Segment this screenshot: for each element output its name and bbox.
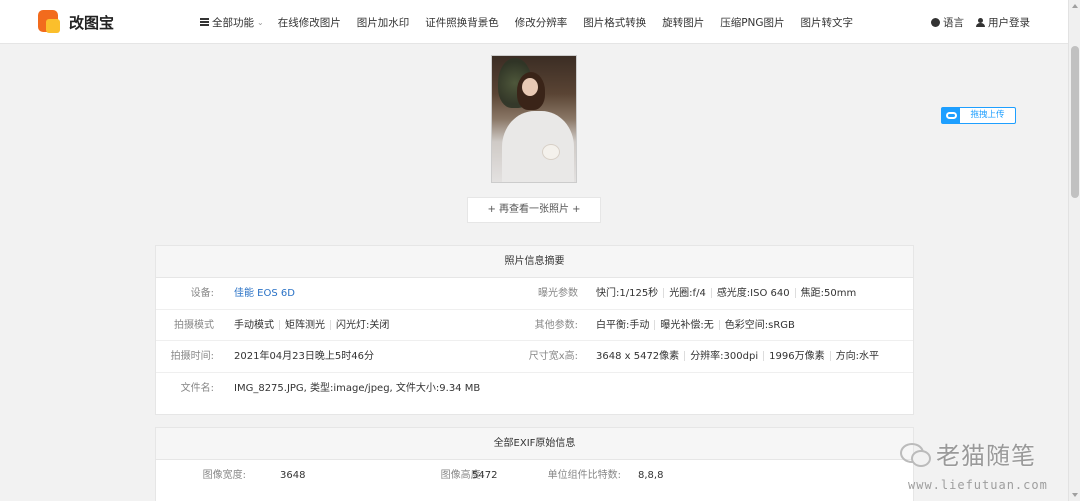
image-height-value: 5472 [472,470,498,481]
drag-upload-button[interactable]: 拖拽上传 [941,107,1016,124]
nav-rotate[interactable]: 旋转图片 [662,15,704,30]
nav-resolution[interactable]: 修改分辨率 [515,15,568,30]
shot-time-value: 2021年04月23日晚上5时46分 [234,351,374,362]
device-label: 设备: [190,288,214,299]
image-width-value: 3648 [280,470,306,481]
nav-id-photo-bg[interactable]: 证件照换背景色 [425,15,499,30]
exposure-label: 曝光参数 [538,288,578,299]
watermark-text: 老猫随笔 [936,442,1036,470]
nav-format-convert[interactable]: 图片格式转换 [583,15,646,30]
menu-icon [200,18,209,26]
exif-card: 全部EXIF原始信息 图像宽度: 3648 图像高度: 5472 单位组件比特数… [155,427,914,501]
filename-value: IMG_8275.JPG, 类型:image/jpeg, 文件大小:9.34 M… [234,382,481,394]
exposure-values: 快门:1/125秒 光圈:f/4 感光度:ISO 640 焦距:50mm [596,288,857,299]
chevron-down-icon: ⌄ [257,17,264,27]
exif-title: 全部EXIF原始信息 [156,428,913,460]
photo-summary-title: 照片信息摘要 [156,246,913,278]
logo-text[interactable]: 改图宝 [69,12,114,33]
nav-all-features[interactable]: 全部功能 ⌄ [200,15,264,30]
dimensions-values: 3648 x 5472像素 分辨率:300dpi 1996万像素 方向:水平 [596,351,879,362]
device-link[interactable]: 佳能 EOS 6D [234,278,295,309]
watermark-url: www.liefutuan.com [908,478,1048,492]
shooting-mode-label: 拍摄模式 [174,319,214,331]
other-params-label: 其他参数: [534,319,578,331]
cloud-icon [945,112,957,119]
nav-online-edit[interactable]: 在线修改图片 [278,15,341,30]
photo-summary-card: 照片信息摘要 设备: 佳能 EOS 6D 曝光参数 快门:1/125秒 光圈:f/… [155,245,914,415]
exif-row: 图像宽度: 3648 图像高度: 5472 单位组件比特数: 8,8,8 [156,460,913,492]
globe-icon [931,17,940,27]
summary-row-device: 设备: 佳能 EOS 6D 曝光参数 快门:1/125秒 光圈:f/4 感光度:IS… [156,278,913,310]
language-button[interactable]: 语言 [931,15,964,30]
user-login-button[interactable]: 用户登录 [976,15,1030,30]
summary-row-filename: 文件名: IMG_8275.JPG, 类型:image/jpeg, 文件大小:9… [156,373,913,405]
image-width-label: 图像宽度: [202,470,246,481]
logo-icon[interactable] [38,10,62,34]
view-another-photo-button[interactable]: + 再查看一张照片 + [467,197,601,223]
drag-upload-label: 拖拽上传 [970,110,1005,120]
user-icon [976,17,985,27]
wechat-icon [900,441,931,467]
shooting-mode-values: 手动模式 矩阵测光 闪光灯:关闭 [234,319,390,331]
page-scrollbar[interactable] [1068,0,1080,501]
dimensions-label: 尺寸宽x高: [528,351,578,362]
top-header: 改图宝 全部功能 ⌄ 在线修改图片 图片加水印 证件照换背景色 修改分辨率 图片… [0,0,1068,44]
right-nav: 语言 用户登录 [919,0,1030,44]
uploaded-photo [491,55,577,183]
summary-row-mode: 拍摄模式 手动模式 矩阵测光 闪光灯:关闭 其他参数: 白平衡:手动 曝光补偿:无 色彩… [156,310,913,341]
bits-per-sample-value: 8,8,8 [638,470,664,481]
nav-watermark[interactable]: 图片加水印 [357,15,410,30]
bits-per-sample-label: 单位组件比特数: [547,470,621,481]
scroll-down-arrow-icon[interactable] [1072,493,1078,497]
nav-image-to-text[interactable]: 图片转文字 [801,15,854,30]
scroll-thumb[interactable] [1071,46,1079,198]
watermark: 老猫随笔 [900,436,1036,471]
nav-compress-png[interactable]: 压缩PNG图片 [720,15,784,30]
summary-row-time: 拍摄时间: 2021年04月23日晚上5时46分 尺寸宽x高: 3648 x 5… [156,341,913,373]
filename-label: 文件名: [180,382,214,394]
shot-time-label: 拍摄时间: [170,351,214,362]
scroll-up-arrow-icon[interactable] [1072,4,1078,8]
main-nav: 全部功能 ⌄ 在线修改图片 图片加水印 证件照换背景色 修改分辨率 图片格式转换… [200,0,869,44]
other-params-values: 白平衡:手动 曝光补偿:无 色彩空间:sRGB [596,319,795,331]
